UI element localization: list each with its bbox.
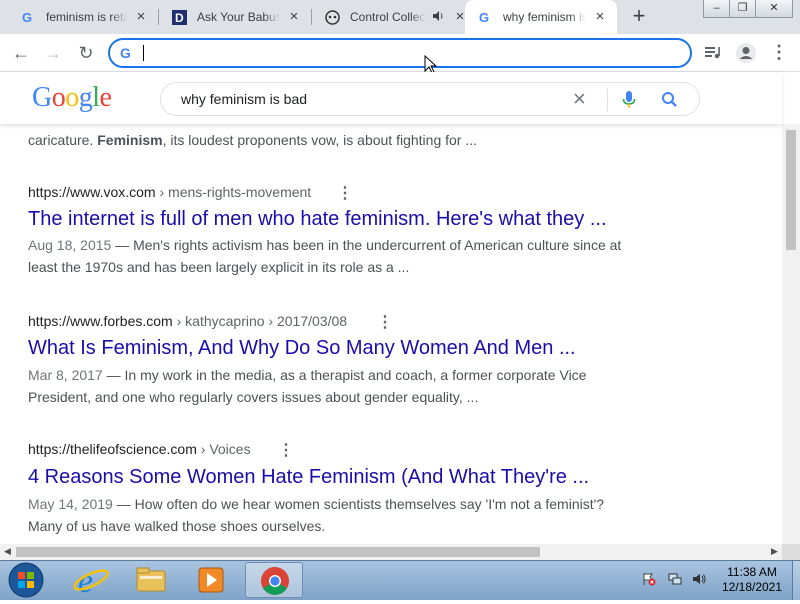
forward-button[interactable]: → [41,41,65,65]
tab-title: Ask Your Babushka [197,10,280,24]
clear-search-icon[interactable]: × [573,87,586,111]
back-button[interactable]: ← [9,41,33,65]
svg-text:D: D [175,11,184,25]
chrome-icon[interactable] [245,562,303,598]
media-player-icon[interactable] [182,562,240,598]
tab-title: why feminism is bad [503,10,586,24]
result-options-icon[interactable]: ⋮ [337,183,353,203]
scrollbar-corner [782,544,800,560]
close-tab-icon[interactable]: × [286,9,302,25]
vertical-scroll-thumb[interactable] [786,130,796,250]
scroll-right-arrow-icon[interactable]: ▶ [771,546,778,557]
network-icon[interactable] [668,572,682,586]
clock-date: 12/18/2021 [721,580,783,594]
tab-title: feminism is retarded [46,10,127,24]
svg-text:G: G [22,10,32,24]
search-divider [607,89,608,111]
start-orb-icon[interactable] [6,561,46,599]
result-options-icon[interactable]: ⋮ [377,312,393,332]
tab-control-collection[interactable]: Control Collection × [312,0,464,34]
close-window-button[interactable]: ✕ [755,0,793,18]
volume-icon[interactable] [692,572,706,586]
mask-icon [324,9,340,25]
result-title-link[interactable]: What Is Feminism, And Why Do So Many Wom… [28,337,576,360]
tab-strip: G feminism is retarded × D Ask Your Babu… [0,0,800,34]
google-search-box[interactable]: why feminism is bad × [160,82,700,116]
result-cite[interactable]: https://www.vox.com › mens-rights-moveme… [28,184,311,200]
google-header: Google why feminism is bad × [0,72,782,124]
minimize-button[interactable]: – [703,0,730,18]
result-title-link[interactable]: The internet is full of men who hate fem… [28,208,607,231]
profile-avatar-icon[interactable] [735,42,757,64]
result-cite[interactable]: https://thelifeofscience.com › Voices [28,441,251,457]
maximize-button[interactable]: ❐ [729,0,756,18]
result-options-icon[interactable]: ⋮ [278,440,294,460]
search-query[interactable]: why feminism is bad [181,91,307,107]
clock-time: 11:38 AM [727,565,777,579]
scroll-left-arrow-icon[interactable]: ◀ [4,546,11,557]
speaker-icon[interactable] [432,10,446,24]
microphone-icon[interactable] [621,90,637,110]
tab-ask-your-babushka[interactable]: D Ask Your Babushka × [159,0,311,34]
menu-kebab-icon[interactable]: ⋮ [770,40,788,64]
google-g-icon: G [477,9,493,25]
system-clock[interactable]: 11:38 AM 12/18/2021 [712,565,792,595]
browser-toolbar: ← → ↻ G ⋮ [0,34,800,72]
tab-feminism-retarded[interactable]: G feminism is retarded × [8,0,158,34]
action-center-flag-icon[interactable] [642,572,656,586]
d-logo-icon: D [171,9,187,25]
search-icon[interactable] [661,91,679,109]
address-bar[interactable]: G [108,38,692,68]
new-tab-button[interactable]: + [627,5,651,29]
text-caret [143,45,144,61]
google-g-icon: G [20,9,36,25]
internet-explorer-icon[interactable]: e [62,562,120,600]
tab-why-feminism-is-bad[interactable]: G why feminism is bad × [465,0,617,34]
result-snippet: Mar 8, 2017 — In my work in the media, a… [28,367,587,405]
media-control-icon[interactable] [703,42,723,62]
tab-title: Control Collection [350,10,426,24]
result-cite[interactable]: https://www.forbes.com › kathycaprino › … [28,313,347,329]
result-title-link[interactable]: 4 Reasons Some Women Hate Feminism (And … [28,466,589,489]
search-results: caricature. Feminism, its loudest propon… [0,124,782,544]
google-logo[interactable]: Google [32,82,112,114]
horizontal-scroll-thumb[interactable] [16,547,540,557]
file-explorer-icon[interactable] [122,562,180,598]
close-tab-icon[interactable]: × [133,9,149,25]
show-desktop-button[interactable] [792,561,800,600]
result-snippet: May 14, 2019 — How often do we hear wome… [28,496,605,534]
partial-snippet: caricature. Feminism, its loudest propon… [28,132,478,148]
svg-text:G: G [479,10,489,24]
close-tab-icon[interactable]: × [592,9,608,25]
google-g-icon: G [120,45,131,61]
result-snippet: Aug 18, 2015 — Men's rights activism has… [28,237,622,275]
reload-button[interactable]: ↻ [74,41,98,65]
